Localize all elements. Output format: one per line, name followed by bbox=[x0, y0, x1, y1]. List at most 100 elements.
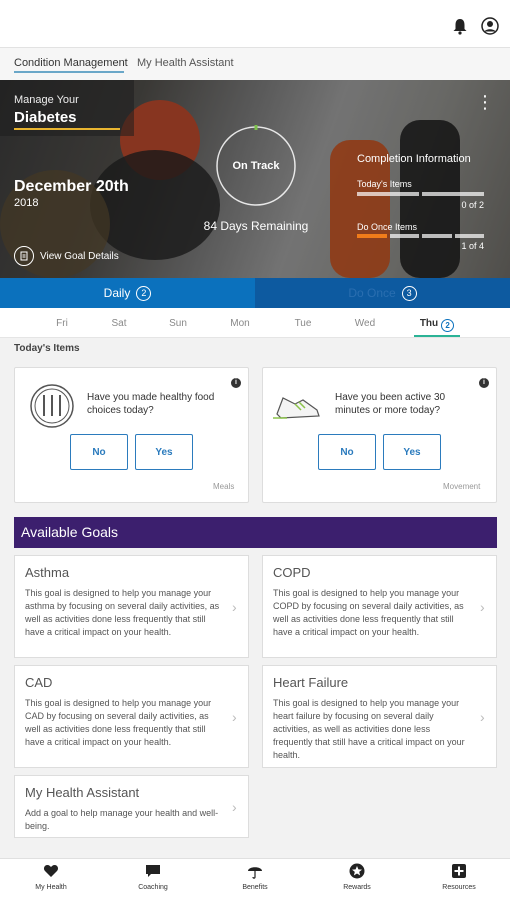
day-wed[interactable]: Wed bbox=[340, 318, 390, 329]
info-icon[interactable]: i bbox=[479, 378, 489, 388]
goal-hero-banner: Manage Your Diabetes ⋮ December 20th 201… bbox=[0, 80, 510, 278]
meals-card: Have you made healthy food choices today… bbox=[14, 367, 249, 503]
goal-description: This goal is designed to help you manage… bbox=[25, 698, 212, 747]
do-once-items-segment bbox=[357, 234, 387, 238]
movement-category: Movement bbox=[443, 482, 481, 491]
day-selector: Fri Sat Sun Mon Tue Wed Thu 2 bbox=[0, 308, 510, 338]
nav-label: Coaching bbox=[138, 884, 168, 891]
bell-icon[interactable] bbox=[451, 17, 469, 35]
more-options-icon[interactable]: ⋮ bbox=[476, 92, 494, 112]
meals-yes-button[interactable]: Yes bbox=[135, 434, 193, 470]
do-once-items-count: 1 of 4 bbox=[461, 241, 484, 251]
todays-items-heading: Today's Items bbox=[14, 343, 80, 354]
goal-card-asthma[interactable]: Asthma This goal is designed to help you… bbox=[14, 555, 249, 658]
movement-yes-button[interactable]: Yes bbox=[383, 434, 441, 470]
goal-description: This goal is designed to help you manage… bbox=[273, 698, 465, 760]
available-goals-header: Available Goals bbox=[14, 517, 497, 548]
day-mon[interactable]: Mon bbox=[215, 318, 265, 329]
chat-icon bbox=[146, 865, 160, 877]
user-account-icon[interactable] bbox=[481, 17, 499, 35]
do-once-items-progress bbox=[357, 234, 484, 238]
goal-title: My Health Assistant bbox=[25, 785, 140, 800]
nav-my-health[interactable]: My Health bbox=[11, 863, 91, 891]
utensils-icon bbox=[30, 384, 74, 428]
meals-question: Have you made healthy food choices today… bbox=[87, 392, 215, 416]
movement-no-button[interactable]: No bbox=[318, 434, 376, 470]
do-once-items-segment bbox=[422, 234, 452, 238]
do-once-items-segment bbox=[454, 234, 484, 238]
nav-rewards[interactable]: Rewards bbox=[317, 863, 397, 891]
condition-underline bbox=[14, 128, 120, 130]
condition-name: Diabetes bbox=[14, 109, 77, 126]
todays-items-count: 0 of 2 bbox=[461, 200, 484, 210]
nav-benefits[interactable]: Benefits bbox=[215, 863, 295, 891]
day-fri[interactable]: Fri bbox=[37, 318, 87, 329]
selected-day-underline bbox=[414, 335, 460, 337]
goal-title: Asthma bbox=[25, 565, 70, 580]
frequency-tabs: Daily 2 Do Once 3 bbox=[0, 278, 510, 308]
view-goal-details-link[interactable]: View Goal Details bbox=[14, 246, 119, 266]
goal-title: Heart Failure bbox=[273, 675, 349, 690]
nav-resources[interactable]: Resources bbox=[419, 863, 499, 891]
days-remaining: 84 Days Remaining bbox=[203, 219, 309, 233]
tab-daily[interactable]: Daily 2 bbox=[0, 278, 255, 308]
day-sun[interactable]: Sun bbox=[153, 318, 203, 329]
goal-date: December 20th bbox=[14, 178, 129, 195]
document-icon bbox=[14, 246, 34, 266]
plus-box-icon bbox=[452, 864, 466, 878]
tab-my-health-assistant[interactable]: My Health Assistant bbox=[137, 57, 234, 69]
tab-do-once-count: 3 bbox=[401, 285, 417, 301]
goal-description: This goal is designed to help you manage… bbox=[25, 588, 220, 637]
tab-daily-count: 2 bbox=[136, 285, 152, 301]
info-icon[interactable]: i bbox=[231, 378, 241, 388]
chevron-right-icon: › bbox=[232, 598, 237, 615]
manage-label: Manage Your bbox=[14, 94, 79, 106]
goal-card-heart-failure[interactable]: Heart Failure This goal is designed to h… bbox=[262, 665, 497, 768]
todays-items-segment bbox=[422, 192, 484, 196]
goal-card-my-health-assistant[interactable]: My Health Assistant Add a goal to help m… bbox=[14, 775, 249, 838]
nav-coaching[interactable]: Coaching bbox=[113, 863, 193, 891]
tab-daily-label: Daily bbox=[103, 286, 131, 300]
goal-title: COPD bbox=[273, 565, 311, 580]
todays-items-segment bbox=[357, 192, 419, 196]
view-goal-details-label: View Goal Details bbox=[40, 250, 119, 262]
movement-card: Have you been active 30 minutes or more … bbox=[262, 367, 497, 503]
goal-year: 2018 bbox=[14, 197, 39, 209]
umbrella-icon bbox=[248, 867, 262, 879]
day-sat[interactable]: Sat bbox=[94, 318, 144, 329]
goal-status: On Track bbox=[232, 160, 280, 172]
tab-condition-management[interactable]: Condition Management bbox=[14, 57, 128, 69]
heart-icon bbox=[43, 865, 59, 877]
day-thu-label: Thu bbox=[419, 318, 439, 329]
movement-question: Have you been active 30 minutes or more … bbox=[335, 392, 446, 416]
tab-do-once[interactable]: Do Once 3 bbox=[255, 278, 510, 308]
goal-card-copd[interactable]: COPD This goal is designed to help you m… bbox=[262, 555, 497, 658]
tab-do-once-label: Do Once bbox=[348, 286, 396, 300]
nav-label: My Health bbox=[35, 884, 67, 891]
chevron-right-icon: › bbox=[480, 598, 485, 615]
todays-items-label: Today's Items bbox=[357, 179, 412, 189]
day-tue[interactable]: Tue bbox=[278, 318, 328, 329]
nav-label: Rewards bbox=[343, 884, 371, 891]
meals-no-button[interactable]: No bbox=[70, 434, 128, 470]
active-tab-underline bbox=[14, 71, 124, 73]
completion-title: Completion Information bbox=[357, 153, 471, 165]
nav-label: Benefits bbox=[242, 884, 268, 891]
running-shoe-icon bbox=[273, 397, 320, 419]
day-thu[interactable]: Thu 2 bbox=[405, 318, 469, 332]
goal-title: CAD bbox=[25, 675, 53, 690]
goal-card-cad[interactable]: CAD This goal is designed to help you ma… bbox=[14, 665, 249, 768]
goal-description: This goal is designed to help you manage… bbox=[273, 588, 464, 637]
goal-description: Add a goal to help manage your health an… bbox=[25, 808, 219, 831]
top-bar bbox=[0, 0, 510, 48]
sub-nav: Condition Management My Health Assistant bbox=[0, 48, 510, 80]
bottom-navigation: My Health Coaching Benefits Rewards Reso… bbox=[0, 858, 510, 900]
do-once-items-segment bbox=[389, 234, 419, 238]
meals-category: Meals bbox=[213, 482, 235, 491]
nav-label: Resources bbox=[442, 884, 476, 891]
todays-items-progress bbox=[357, 192, 484, 196]
do-once-items-label: Do Once Items bbox=[357, 222, 418, 232]
star-badge-icon bbox=[349, 863, 365, 879]
chevron-right-icon: › bbox=[480, 708, 485, 725]
chevron-right-icon: › bbox=[232, 798, 237, 815]
